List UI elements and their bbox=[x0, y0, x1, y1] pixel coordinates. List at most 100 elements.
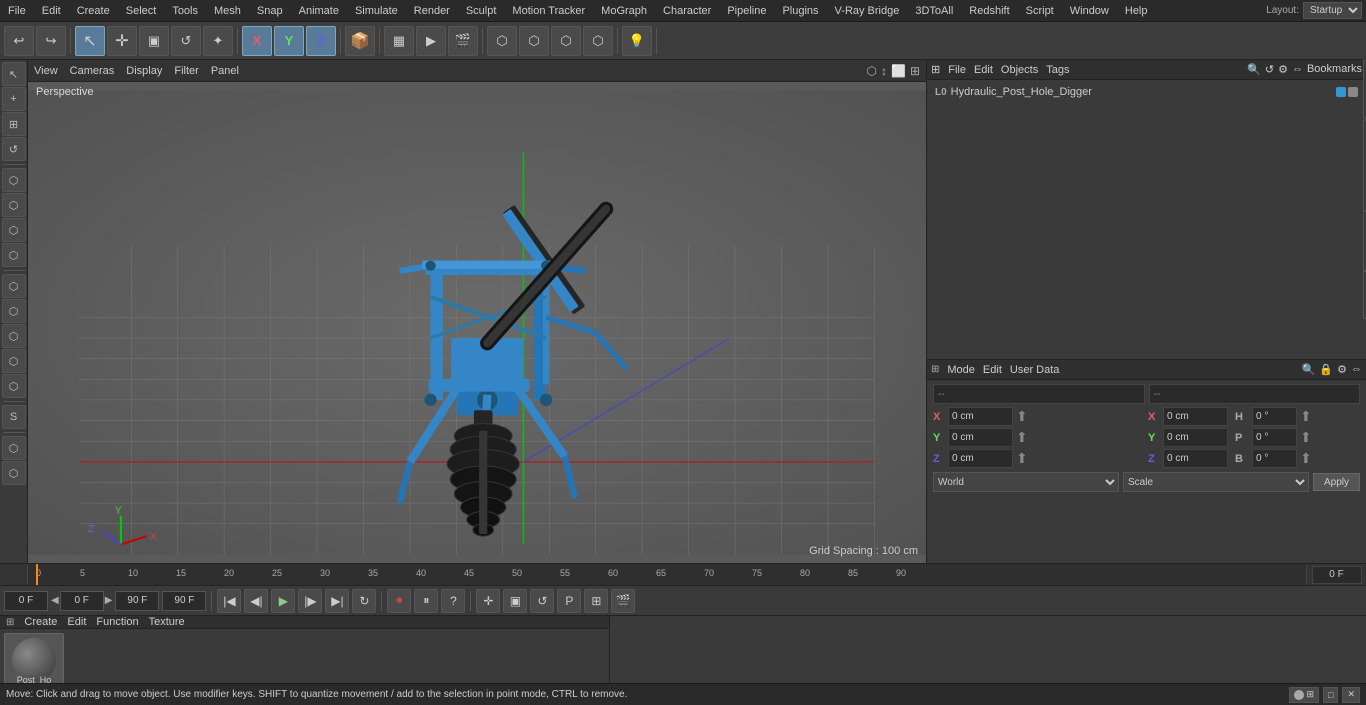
y-position-input[interactable] bbox=[948, 428, 1013, 447]
x-size-input[interactable] bbox=[1163, 407, 1228, 426]
mat-menu-create[interactable]: Create bbox=[24, 616, 57, 628]
end-frame-input[interactable] bbox=[115, 591, 159, 611]
menu-window[interactable]: Window bbox=[1062, 3, 1117, 19]
left-tool-16[interactable]: ⬡ bbox=[2, 461, 26, 485]
world-dropdown[interactable]: World bbox=[933, 472, 1119, 492]
side-view-button[interactable]: ⬡ bbox=[519, 26, 549, 56]
x-position-input[interactable] bbox=[948, 407, 1013, 426]
go-start-button[interactable]: |◀ bbox=[217, 589, 241, 613]
viewport-ctrl-3[interactable]: ⬜ bbox=[891, 64, 906, 78]
persp-view-button[interactable]: ⬡ bbox=[583, 26, 613, 56]
render-view-button[interactable]: ▶ bbox=[416, 26, 446, 56]
menu-mesh[interactable]: Mesh bbox=[206, 3, 249, 19]
menu-select[interactable]: Select bbox=[118, 3, 165, 19]
menu-file[interactable]: File bbox=[0, 3, 34, 19]
left-tool-2[interactable]: + bbox=[2, 87, 26, 111]
y-spin-up[interactable]: ⬆ bbox=[1016, 429, 1028, 446]
menu-sculpt[interactable]: Sculpt bbox=[458, 3, 505, 19]
left-tool-14[interactable]: S bbox=[2, 405, 26, 429]
status-mode-btn-1[interactable]: ⊞ bbox=[1289, 687, 1319, 703]
menu-edit[interactable]: Edit bbox=[34, 3, 69, 19]
status-mode-btn-2[interactable]: □ bbox=[1323, 687, 1338, 703]
scale-tool-btn2[interactable]: ▣ bbox=[503, 589, 527, 613]
material-thumbnail-1[interactable]: Post_Ho bbox=[4, 633, 64, 688]
scale-dropdown[interactable]: Scale bbox=[1123, 472, 1309, 492]
layout-dropdown[interactable]: Startup bbox=[1303, 2, 1362, 19]
record-button[interactable]: ⏺ bbox=[387, 589, 411, 613]
front-view-button[interactable]: ⬡ bbox=[487, 26, 517, 56]
select-tool-button[interactable]: ↖ bbox=[75, 26, 105, 56]
top-view-button[interactable]: ⬡ bbox=[551, 26, 581, 56]
frame-step-forward-btn[interactable]: ▶ bbox=[105, 595, 113, 606]
left-tool-15[interactable]: ⬡ bbox=[2, 436, 26, 460]
menu-redshift[interactable]: Redshift bbox=[961, 3, 1017, 19]
left-tool-7[interactable]: ⬡ bbox=[2, 218, 26, 242]
play-forward-button[interactable]: ▶ bbox=[271, 589, 295, 613]
menu-pipeline[interactable]: Pipeline bbox=[719, 3, 774, 19]
viewport-menu-filter[interactable]: Filter bbox=[174, 65, 198, 77]
left-tool-9[interactable]: ⬡ bbox=[2, 274, 26, 298]
attr-menu-userdata[interactable]: User Data bbox=[1010, 364, 1060, 376]
menu-mograph[interactable]: MoGraph bbox=[593, 3, 655, 19]
objects-menu-edit[interactable]: Edit bbox=[974, 64, 993, 76]
left-tool-11[interactable]: ⬡ bbox=[2, 324, 26, 348]
objects-search-icon[interactable]: 🔍 bbox=[1247, 63, 1261, 76]
left-tool-1[interactable]: ↖ bbox=[2, 62, 26, 86]
film-button[interactable]: 🎬 bbox=[611, 589, 635, 613]
menu-render[interactable]: Render bbox=[406, 3, 458, 19]
objects-menu-objects[interactable]: Objects bbox=[1001, 64, 1038, 76]
left-tool-10[interactable]: ⬡ bbox=[2, 299, 26, 323]
status-close-btn[interactable]: ✕ bbox=[1342, 687, 1360, 703]
attr-settings-icon[interactable]: ⚙ bbox=[1337, 363, 1347, 376]
p-spin-up[interactable]: ⬆ bbox=[1300, 429, 1312, 446]
start-frame-input[interactable] bbox=[4, 591, 48, 611]
menu-3dtoall[interactable]: 3DToAll bbox=[907, 3, 961, 19]
transform-button[interactable]: ✦ bbox=[203, 26, 233, 56]
viewport-menu-display[interactable]: Display bbox=[126, 65, 162, 77]
menu-plugins[interactable]: Plugins bbox=[774, 3, 826, 19]
left-tool-13[interactable]: ⬡ bbox=[2, 374, 26, 398]
menu-vray[interactable]: V-Ray Bridge bbox=[827, 3, 908, 19]
viewport-ctrl-4[interactable]: ⊞ bbox=[910, 64, 920, 78]
p-rotation-input[interactable] bbox=[1252, 428, 1297, 447]
left-tool-5[interactable]: ⬡ bbox=[2, 168, 26, 192]
object-mode-button[interactable]: 📦 bbox=[345, 26, 375, 56]
mat-menu-texture[interactable]: Texture bbox=[149, 616, 185, 628]
left-tool-6[interactable]: ⬡ bbox=[2, 193, 26, 217]
current-frame-display[interactable] bbox=[1312, 566, 1362, 584]
menu-animate[interactable]: Animate bbox=[291, 3, 347, 19]
left-tool-12[interactable]: ⬡ bbox=[2, 349, 26, 373]
prev-frame-button[interactable]: ◀| bbox=[244, 589, 268, 613]
frame-step-input[interactable] bbox=[60, 591, 104, 611]
pin-button[interactable]: P bbox=[557, 589, 581, 613]
mat-menu-edit[interactable]: Edit bbox=[67, 616, 86, 628]
attr-expand-icon[interactable]: ⇔ bbox=[1351, 363, 1362, 376]
attr-search-icon[interactable]: 🔍 bbox=[1302, 363, 1316, 376]
undo-button[interactable]: ↩ bbox=[4, 26, 34, 56]
end2-frame-input[interactable] bbox=[162, 591, 206, 611]
autokey-button[interactable]: ⏸ bbox=[414, 589, 438, 613]
viewport-3d[interactable]: X Y Z bbox=[28, 82, 926, 563]
objects-menu-tags[interactable]: Tags bbox=[1046, 64, 1069, 76]
h-spin-up[interactable]: ⬆ bbox=[1300, 408, 1312, 425]
mat-menu-function[interactable]: Function bbox=[96, 616, 138, 628]
rotate-tool-btn2[interactable]: ↺ bbox=[530, 589, 554, 613]
x-spin-up[interactable]: ⬆ bbox=[1016, 408, 1028, 425]
menu-create[interactable]: Create bbox=[69, 3, 118, 19]
z-spin-up[interactable]: ⬆ bbox=[1016, 450, 1028, 467]
move-tool-button[interactable]: ✛ bbox=[107, 26, 137, 56]
objects-refresh-icon[interactable]: ↺ bbox=[1265, 63, 1274, 76]
menu-snap[interactable]: Snap bbox=[249, 3, 291, 19]
z-axis-button[interactable]: Z bbox=[306, 26, 336, 56]
left-tool-4[interactable]: ↺ bbox=[2, 137, 26, 161]
viewport-menu-view[interactable]: View bbox=[34, 65, 58, 77]
transform-tool-button[interactable]: ✛ bbox=[476, 589, 500, 613]
x-axis-button[interactable]: X bbox=[242, 26, 272, 56]
y-size-input[interactable] bbox=[1163, 428, 1228, 447]
viewport-ctrl-2[interactable]: ↕ bbox=[881, 64, 887, 78]
menu-tools[interactable]: Tools bbox=[164, 3, 206, 19]
next-frame-button[interactable]: |▶ bbox=[298, 589, 322, 613]
bookmarks-button[interactable]: Bookmarks bbox=[1307, 63, 1362, 76]
viewport-ctrl-1[interactable]: ⬡ bbox=[867, 64, 877, 78]
attr-lock-icon[interactable]: 🔒 bbox=[1319, 363, 1333, 376]
